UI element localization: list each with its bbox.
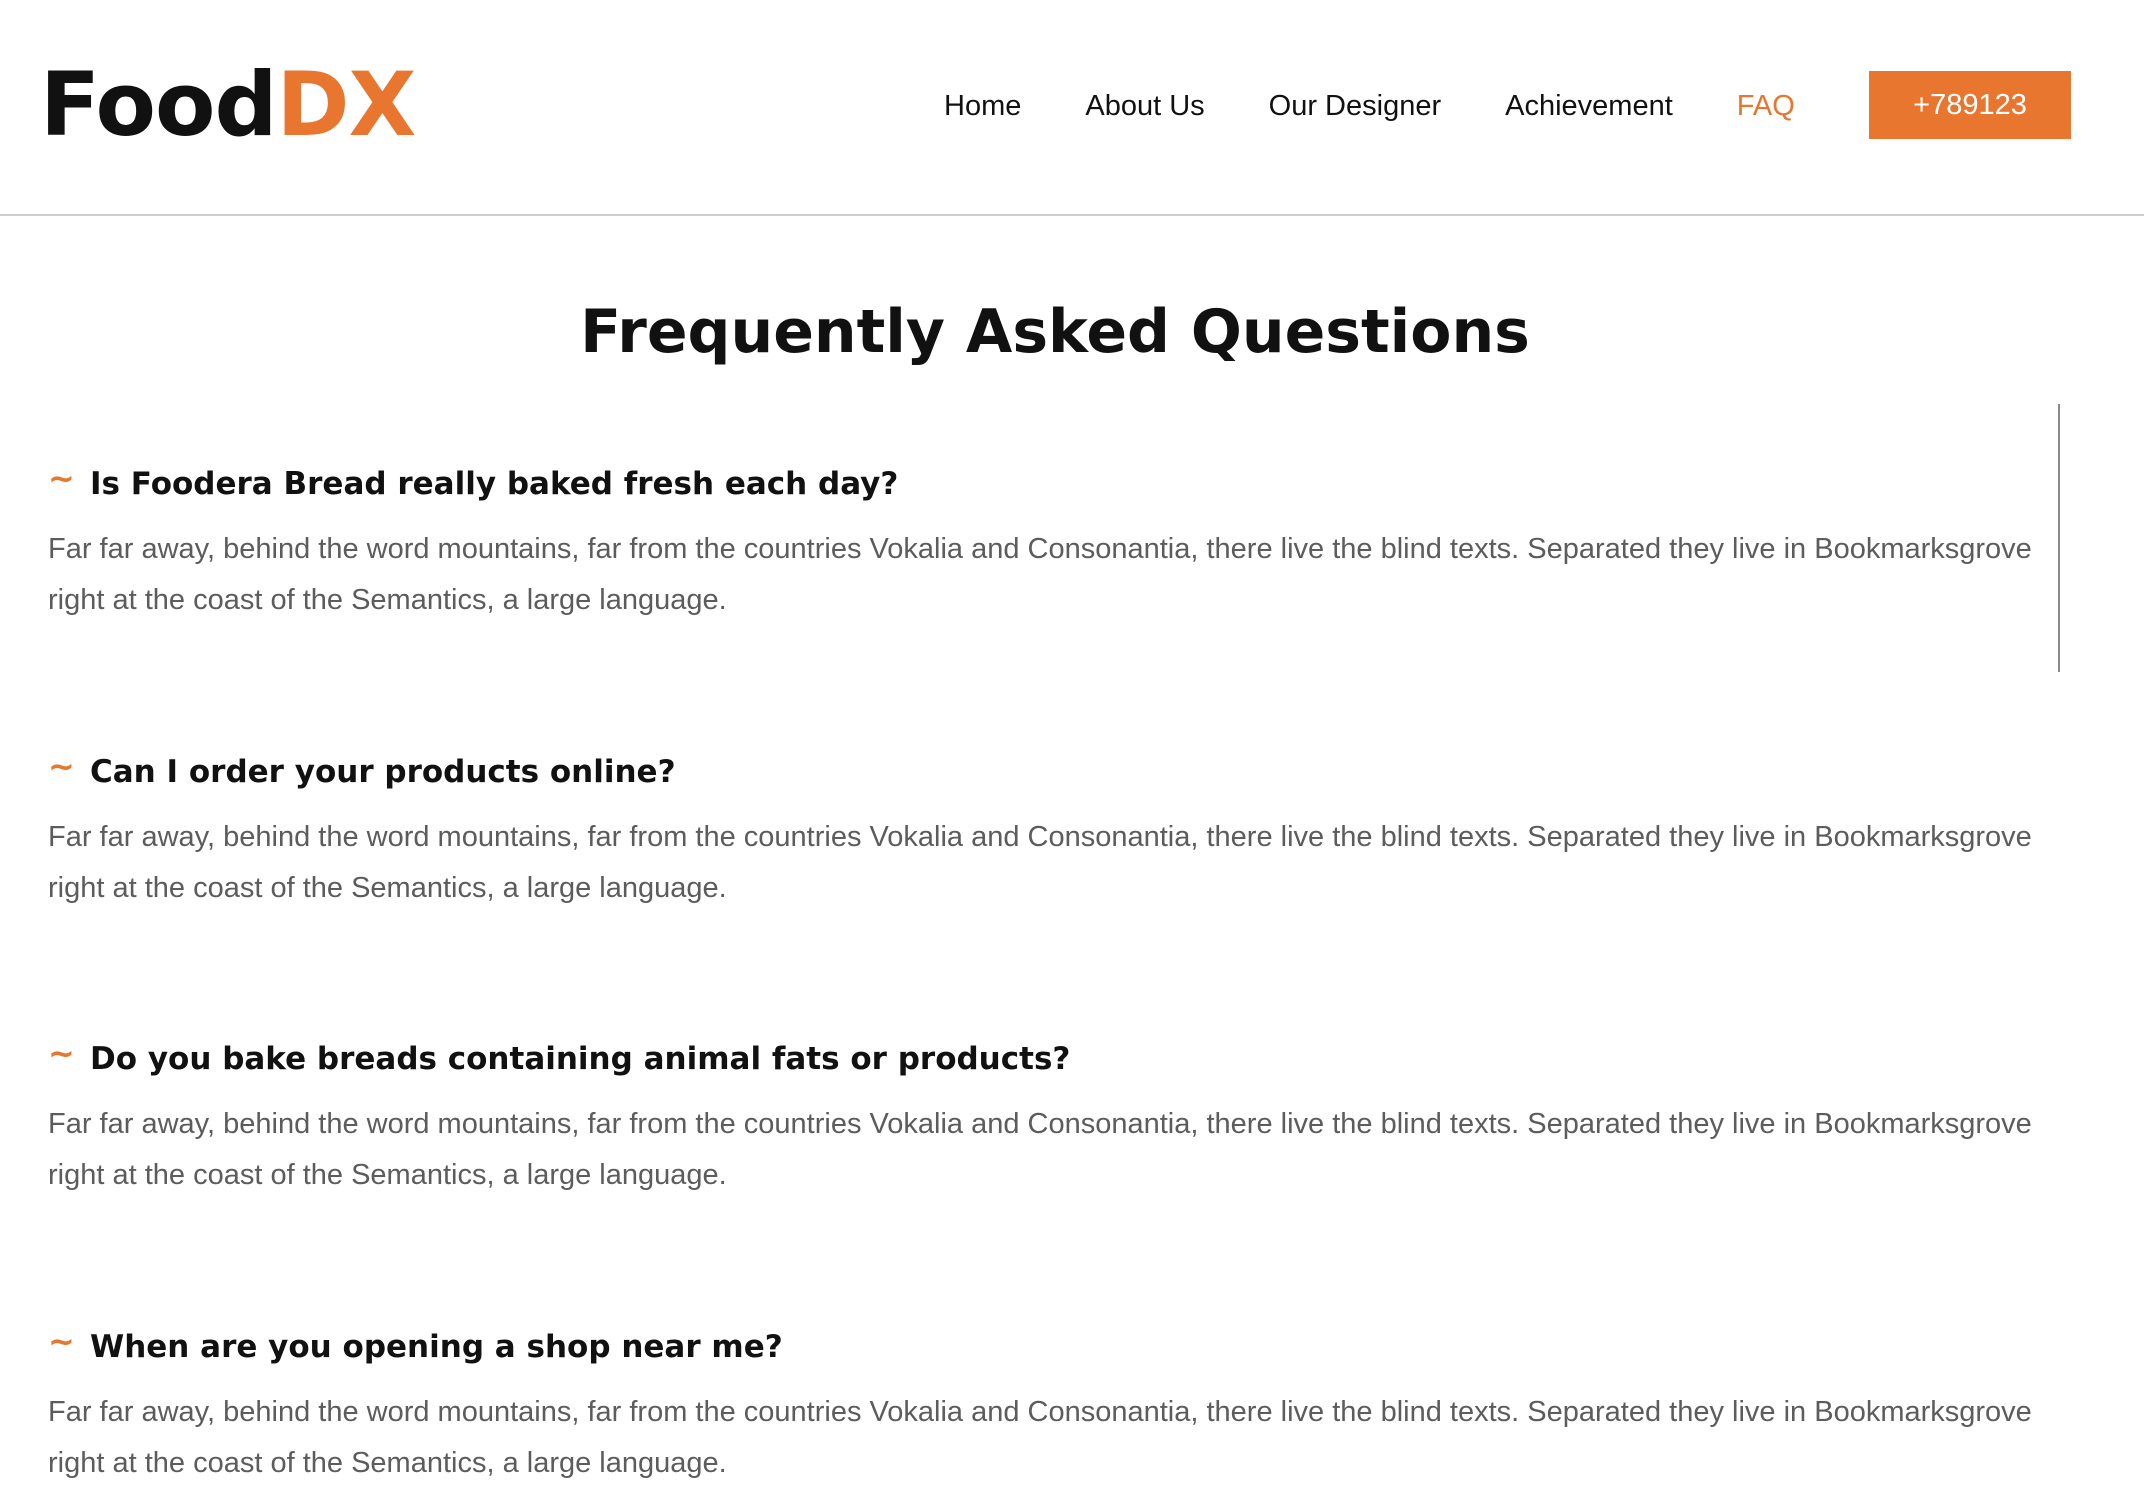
faq-question[interactable]: ~ When are you opening a shop near me? [48, 1321, 2048, 1373]
faq-item: ~ When are you opening a shop near me? F… [48, 1321, 2048, 1489]
faq-divider [2058, 404, 2060, 672]
faq-item: ~ Is Foodera Bread really baked fresh ea… [48, 458, 2048, 626]
phone-button[interactable]: +789123 [1869, 71, 2071, 139]
nav-item-achievement[interactable]: Achievement [1505, 90, 1673, 123]
faq-item: ~ Can I order your products online? Far … [48, 746, 2048, 914]
nav-item-about-us[interactable]: About Us [1085, 90, 1204, 123]
nav-item-our-designer[interactable]: Our Designer [1269, 90, 1441, 123]
logo[interactable]: FoodDX [40, 52, 416, 158]
faq-question[interactable]: ~ Is Foodera Bread really baked fresh ea… [48, 458, 2048, 510]
faq-question[interactable]: ~ Do you bake breads containing animal f… [48, 1033, 2048, 1085]
faq-question-text: Is Foodera Bread really baked fresh each… [90, 466, 899, 502]
site-header: FoodDX Home About Us Our Designer Achiev… [0, 0, 2144, 216]
logo-text-dx: DX [276, 53, 416, 156]
page-title: Frequently Asked Questions [580, 297, 1530, 367]
faq-question-text: When are you opening a shop near me? [90, 1329, 783, 1365]
faq-question[interactable]: ~ Can I order your products online? [48, 746, 2048, 798]
faq-question-text: Do you bake breads containing animal fat… [90, 1041, 1071, 1077]
faq-answer: Far far away, behind the word mountains,… [48, 1108, 2032, 1191]
nav-item-home[interactable]: Home [944, 90, 1021, 123]
faq-answer: Far far away, behind the word mountains,… [48, 1396, 2032, 1479]
faq-answer: Far far away, behind the word mountains,… [48, 821, 2032, 904]
tilde-icon: ~ [48, 1322, 75, 1360]
tilde-icon: ~ [48, 459, 75, 497]
nav-item-faq[interactable]: FAQ [1737, 90, 1795, 123]
logo-text-food: Food [40, 53, 277, 156]
tilde-icon: ~ [48, 1034, 75, 1072]
faq-question-text: Can I order your products online? [90, 754, 676, 790]
faq-item: ~ Do you bake breads containing animal f… [48, 1033, 2048, 1201]
faq-answer: Far far away, behind the word mountains,… [48, 533, 2032, 616]
main-nav: Home About Us Our Designer Achievement F… [944, 80, 1859, 132]
tilde-icon: ~ [48, 747, 75, 785]
